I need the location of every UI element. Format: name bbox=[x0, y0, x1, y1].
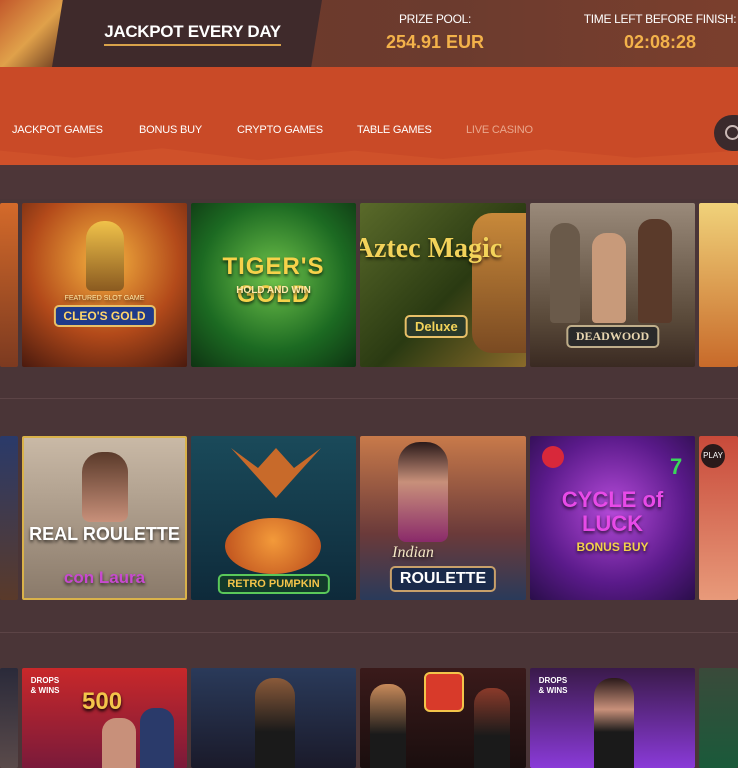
time-left-label: TIME LEFT BEFORE FINISH: bbox=[583, 12, 737, 26]
host-figure bbox=[140, 708, 174, 768]
nav-item-jackpot-games[interactable]: JACKPOT GAMES bbox=[12, 124, 103, 136]
time-left-value: 02:08:28 bbox=[623, 32, 697, 52]
row-separator bbox=[0, 632, 738, 633]
prize-pool-value: 254.91 EUR bbox=[385, 32, 485, 52]
retro-pumpkin-title: RETRO PUMPKIN bbox=[217, 574, 330, 594]
dealer-figure bbox=[398, 442, 448, 542]
nav-item-crypto-games[interactable]: CRYPTO GAMES bbox=[237, 124, 323, 136]
nav-item-bonus-buy[interactable]: BONUS BUY bbox=[139, 124, 202, 136]
tigers-gold-title: TIGER'S GOLD bbox=[222, 253, 325, 308]
host-figure bbox=[102, 718, 136, 768]
game-tile-live-table[interactable] bbox=[191, 668, 356, 768]
game-tile-partial[interactable] bbox=[0, 203, 18, 367]
bat-figure bbox=[231, 448, 321, 498]
prize-pool-label: PRIZE POOL: bbox=[398, 12, 472, 26]
game-tile-retro-pumpkin[interactable]: RETRO PUMPKIN bbox=[191, 436, 356, 600]
drops-wins-badge: DROPS & WINS bbox=[30, 676, 60, 695]
cleos-gold-title: CLEO'S GOLD bbox=[53, 305, 156, 327]
nav-item-table-games[interactable]: TABLE GAMES bbox=[357, 124, 432, 136]
game-tile-drops-wins-500[interactable]: DROPS & WINS 500 bbox=[22, 668, 187, 768]
character-figure bbox=[638, 219, 672, 323]
tigers-gold-subtitle: HOLD AND WIN bbox=[236, 285, 311, 296]
play-badge: PLAY bbox=[701, 444, 725, 468]
cleos-gold-tagline: FEATURED SLOT GAME bbox=[64, 295, 145, 302]
dealer-figure bbox=[82, 452, 128, 522]
nav-texture bbox=[0, 148, 738, 165]
category-nav: JACKPOT GAMES BONUS BUY CRYPTO GAMES TAB… bbox=[0, 67, 738, 165]
dealer-figure bbox=[370, 684, 406, 768]
number-badge bbox=[424, 672, 464, 712]
aztec-magic-title: Aztec Magic bbox=[360, 233, 503, 264]
dealer-figure bbox=[594, 678, 634, 768]
row-1-header bbox=[0, 165, 738, 199]
drops-wins-badge: DROPS & WINS bbox=[538, 676, 568, 695]
cycle-of-luck-subtitle: BONUS BUY bbox=[576, 540, 649, 554]
game-tile-tigers-gold[interactable]: TIGER'S GOLD HOLD AND WIN bbox=[191, 203, 356, 367]
character-figure bbox=[550, 223, 580, 323]
game-tile-partial[interactable] bbox=[699, 668, 738, 768]
character-figure bbox=[592, 233, 626, 323]
jackpot-title: JACKPOT EVERY DAY bbox=[104, 22, 281, 41]
nav-item-live-casino[interactable]: LIVE CASINO bbox=[466, 124, 533, 136]
real-roulette-title: REAL ROULETTE bbox=[29, 524, 180, 544]
game-tile-real-roulette[interactable]: REAL ROULETTE con Laura bbox=[22, 436, 187, 600]
game-tile-cycle-of-luck[interactable]: CYCLE of LUCK BONUS BUY 7 bbox=[530, 436, 695, 600]
cycle-of-luck-title: CYCLE of LUCK bbox=[561, 487, 664, 536]
game-tile-partial[interactable] bbox=[0, 436, 18, 600]
game-tile-deadwood[interactable]: DEADWOOD bbox=[530, 203, 695, 367]
row-separator bbox=[0, 398, 738, 399]
game-tile-indian-roulette[interactable]: Indian ROULETTE bbox=[360, 436, 526, 600]
drops-wins-value: 500 bbox=[82, 688, 123, 715]
dealer-figure bbox=[255, 678, 295, 768]
cherry-icon bbox=[542, 446, 564, 468]
game-tile-partial[interactable] bbox=[699, 203, 738, 367]
cleopatra-figure bbox=[86, 221, 124, 291]
indian-roulette-title: ROULETTE bbox=[389, 566, 497, 592]
aztec-magic-subtitle: Deluxe bbox=[405, 315, 468, 338]
search-icon bbox=[725, 125, 738, 140]
game-tile-drops-wins[interactable]: DROPS & WINS bbox=[530, 668, 695, 768]
indian-roulette-script: Indian bbox=[392, 544, 434, 561]
dealer-figure bbox=[474, 688, 510, 768]
game-tile-cleos-gold[interactable]: FEATURED SLOT GAME CLEO'S GOLD bbox=[22, 203, 187, 367]
game-tile-partial[interactable]: PLAY bbox=[699, 436, 738, 600]
seven-icon: 7 bbox=[670, 454, 683, 479]
deadwood-title: DEADWOOD bbox=[565, 325, 660, 348]
pumpkin-figure bbox=[225, 518, 321, 574]
game-tile-aztec-magic[interactable]: Aztec Magic Deluxe bbox=[360, 203, 526, 367]
real-roulette-subtitle: con Laura bbox=[63, 568, 146, 587]
game-tile-live-roulette[interactable] bbox=[360, 668, 526, 768]
game-tile-partial[interactable] bbox=[0, 668, 18, 768]
jackpot-title-underline bbox=[104, 44, 281, 46]
jackpot-banner: JACKPOT EVERY DAY PRIZE POOL: 254.91 EUR… bbox=[0, 0, 738, 67]
